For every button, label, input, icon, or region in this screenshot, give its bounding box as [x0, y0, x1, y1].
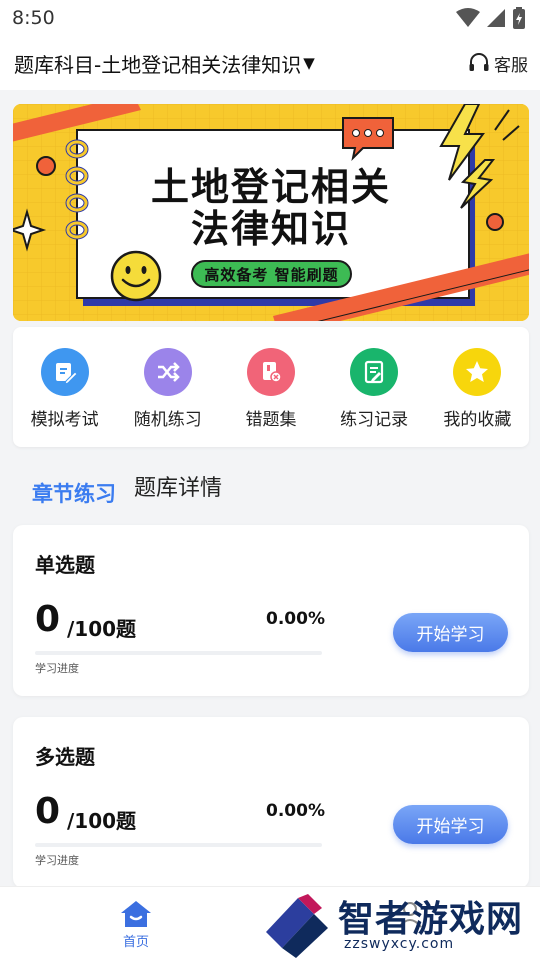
customer-service-label: 客服: [494, 55, 528, 76]
progress-label: 学习进度: [35, 662, 79, 675]
edit-document-icon: [40, 348, 89, 396]
menu-practice-records[interactable]: 练习记录: [324, 348, 424, 447]
progress-percent: 0.00%: [266, 801, 325, 821]
menu-label: 我的收藏: [443, 410, 512, 430]
done-count: 0: [35, 791, 61, 832]
status-icons: [456, 7, 526, 29]
progress-bar: [35, 651, 322, 655]
home-icon: [121, 901, 151, 927]
menu-label: 练习记录: [340, 410, 409, 430]
menu-mock-exam[interactable]: 模拟考试: [15, 348, 115, 447]
card-title: 多选题: [35, 745, 95, 769]
total-count: /100题: [67, 617, 137, 641]
wifi-icon: [456, 8, 480, 27]
start-study-button[interactable]: 开始学习: [393, 613, 508, 652]
subject-selector[interactable]: 题库科目- 土地登记相关法律知识 ▼: [14, 49, 315, 78]
signal-icon: [487, 9, 505, 27]
wrong-answers-icon: [246, 348, 295, 396]
start-study-button[interactable]: 开始学习: [393, 805, 508, 844]
done-count: 0: [35, 599, 61, 640]
subject-prefix: 题库科目-: [14, 52, 102, 77]
menu-wrong-answers[interactable]: 错题集: [221, 348, 321, 447]
headset-icon: [469, 53, 489, 71]
battery-icon: [513, 7, 525, 29]
nav-home[interactable]: 首页: [110, 899, 162, 950]
nav-profile[interactable]: [380, 899, 440, 929]
card-title: 单选题: [35, 553, 95, 577]
question-card-multiple: 多选题 0 /100题 0.00% 学习进度 开始学习: [13, 717, 529, 888]
user-icon: [398, 902, 422, 928]
tab-chapter-practice[interactable]: 章节练习: [32, 478, 116, 510]
customer-service-button[interactable]: 客服: [468, 51, 528, 76]
banner-tag: 高效备考 智能刷题: [191, 260, 352, 288]
menu-label: 随机练习: [133, 410, 202, 430]
progress-bar: [35, 843, 322, 847]
menu-random-practice[interactable]: 随机练习: [118, 348, 218, 447]
promo-banner[interactable]: 土地登记相关 法律知识 高效备考 智能刷题: [13, 104, 529, 321]
progress-label: 学习进度: [35, 854, 79, 867]
quick-menu: 模拟考试 随机练习 错题集 练习记录 我的收藏: [13, 327, 529, 447]
progress-percent: 0.00%: [266, 609, 325, 629]
caret-down-icon: ▼: [303, 54, 315, 72]
star-icon: [453, 348, 502, 396]
section-tabs: 章节练习 题库详情: [32, 470, 222, 510]
shuffle-icon: [143, 348, 192, 396]
smiley-face-icon: [110, 250, 162, 302]
menu-label: 错题集: [245, 410, 297, 430]
nav-home-label: 首页: [122, 935, 149, 950]
menu-my-favorites[interactable]: 我的收藏: [427, 348, 527, 447]
total-count: /100题: [67, 809, 137, 833]
record-list-icon: [350, 348, 399, 396]
menu-label: 模拟考试: [30, 410, 99, 430]
subject-name: 土地登记相关法律知识: [101, 52, 302, 77]
tab-bank-details[interactable]: 题库详情: [134, 470, 222, 510]
question-card-single: 单选题 0 /100题 0.00% 学习进度 开始学习: [13, 525, 529, 696]
bottom-nav: 首页: [0, 886, 540, 960]
status-time: 8:50: [12, 7, 55, 29]
app-header: 题库科目- 土地登记相关法律知识 ▼ 客服: [0, 36, 540, 90]
banner-title-line2: 法律知识: [190, 207, 351, 251]
status-bar: 8:50: [0, 0, 540, 36]
